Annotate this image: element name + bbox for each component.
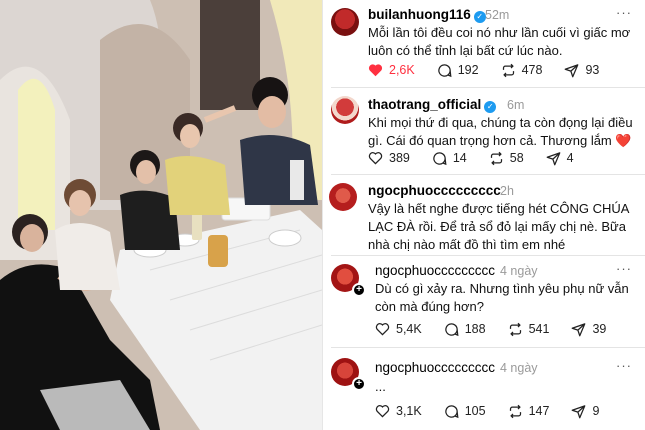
post-photo[interactable]: [0, 0, 322, 430]
comment-text: Dù có gì xảy ra. Nhưng tình yêu phụ nữ v…: [375, 281, 629, 314]
like-button[interactable]: 3,1K: [375, 404, 422, 418]
comment-text: ...: [375, 379, 386, 394]
comment-item: ngocphuoccccccccc 2h Vậy là hết nghe đượ…: [323, 175, 645, 255]
verified-badge-icon: ✓: [473, 11, 486, 23]
comment-icon: [445, 404, 459, 418]
repost-button[interactable]: 478: [501, 63, 543, 78]
comment-button[interactable]: 188: [444, 322, 486, 337]
timestamp: 4 ngày: [500, 361, 538, 375]
heart-icon: [375, 405, 390, 418]
comments-feed[interactable]: builanhuong116 ✓ 52m ··· Mỗi lần tôi đều …: [323, 0, 645, 430]
username-link[interactable]: thaotrang_official ✓: [368, 97, 497, 113]
avatar[interactable]: [329, 183, 357, 211]
avatar[interactable]: [331, 96, 359, 124]
comment-text: Vậy là hết nghe được tiếng hét CÔNG CHÚA…: [368, 201, 629, 252]
comment-button[interactable]: 192: [437, 63, 479, 78]
timestamp: 2h: [500, 184, 514, 198]
repost-icon: [509, 404, 521, 418]
comment-item: builanhuong116 ✓ 52m ··· Mỗi lần tôi đều …: [323, 0, 645, 95]
action-bar: 3,1K 105 147 9: [375, 403, 621, 419]
heart-icon: [368, 152, 383, 165]
like-count: 2,6K: [389, 63, 415, 77]
repost-icon: [490, 151, 502, 165]
more-icon[interactable]: ···: [616, 261, 632, 276]
follow-plus-icon[interactable]: +: [352, 283, 366, 297]
username[interactable]: ngocphuoccccccccc: [375, 360, 495, 375]
like-button[interactable]: 5,4K: [375, 322, 422, 336]
share-icon: [572, 404, 586, 418]
username[interactable]: thaotrang_official: [368, 97, 481, 112]
heart-icon: [368, 64, 383, 77]
group-photo-illustration: [0, 0, 322, 430]
comment-count: 192: [457, 63, 479, 77]
comment-icon: [433, 151, 447, 165]
timestamp: 4 ngày: [500, 264, 538, 278]
comment-count: 14: [452, 151, 467, 165]
share-button[interactable]: 39: [571, 322, 606, 337]
comment-icon: [438, 63, 452, 77]
repost-count: 478: [521, 63, 543, 77]
username-link[interactable]: builanhuong116 ✓: [368, 7, 486, 23]
repost-count: 147: [528, 404, 550, 418]
more-icon[interactable]: ···: [616, 358, 632, 373]
share-count: 9: [592, 404, 600, 418]
avatar[interactable]: [331, 8, 359, 36]
like-count: 389: [389, 151, 410, 165]
username[interactable]: ngocphuoccccccccc: [375, 263, 495, 278]
comment-count: 105: [464, 404, 486, 418]
comment-text: Khi mọi thứ đi qua, chúng ta còn đọng lạ…: [368, 115, 633, 148]
like-button[interactable]: 2,6K: [368, 63, 415, 77]
repost-icon: [509, 322, 521, 336]
like-count: 5,4K: [396, 322, 422, 336]
timestamp: 52m: [485, 8, 510, 22]
share-icon: [565, 63, 579, 77]
repost-button[interactable]: 541: [508, 322, 550, 337]
verified-badge-icon: ✓: [484, 101, 497, 113]
comment-item: + ngocphuoccccccccc 4 ngày ··· ... 3,1K …: [323, 348, 645, 430]
like-count: 3,1K: [396, 404, 422, 418]
repost-count: 58: [509, 151, 524, 165]
username[interactable]: builanhuong116: [368, 7, 471, 22]
comment-count: 188: [464, 322, 486, 336]
comment-text: Mỗi lần tôi đều coi nó như lần cuối vì g…: [368, 25, 631, 58]
action-bar: 2,6K 192 478 93: [368, 62, 621, 78]
follow-plus-icon[interactable]: +: [352, 377, 366, 391]
share-count: 93: [585, 63, 600, 77]
repost-button[interactable]: 58: [489, 151, 524, 166]
share-button[interactable]: 9: [571, 404, 599, 419]
share-icon: [546, 151, 561, 165]
share-icon: [572, 322, 586, 336]
comment-item: + ngocphuoccccccccc 4 ngày ··· Dù có gì …: [323, 256, 645, 348]
comment-button[interactable]: 14: [432, 151, 467, 166]
heart-icon: [375, 323, 390, 336]
comment-button[interactable]: 105: [444, 404, 486, 419]
repost-button[interactable]: 147: [508, 404, 550, 419]
share-button[interactable]: 93: [564, 63, 599, 78]
action-bar: 389 14 58 4: [368, 150, 596, 166]
share-count: 39: [592, 322, 607, 336]
repost-icon: [502, 63, 514, 77]
share-count: 4: [566, 151, 574, 165]
share-button[interactable]: 4: [546, 151, 574, 166]
repost-count: 541: [528, 322, 550, 336]
username[interactable]: ngocphuoccccccccc: [368, 183, 501, 198]
comment-item: thaotrang_official ✓ 6m Khi mọi thứ đi qu…: [323, 88, 645, 176]
more-icon[interactable]: ···: [616, 5, 632, 20]
action-bar: 5,4K 188 541 39: [375, 321, 628, 337]
like-button[interactable]: 389: [368, 151, 410, 165]
comment-icon: [445, 322, 459, 336]
timestamp: 6m: [507, 98, 525, 112]
